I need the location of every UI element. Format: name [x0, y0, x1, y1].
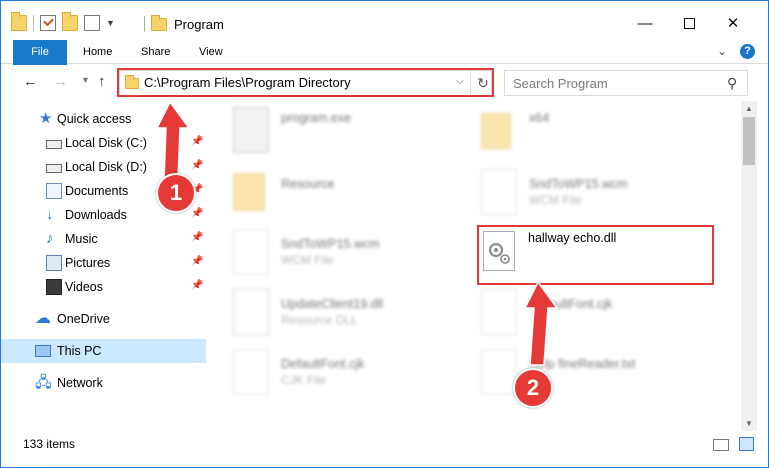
annotation-arrows	[155, 100, 559, 366]
arrow-2	[523, 280, 559, 366]
callout-2: 2	[513, 368, 553, 408]
callout-1: 1	[156, 173, 196, 213]
arrow-1	[155, 100, 191, 181]
